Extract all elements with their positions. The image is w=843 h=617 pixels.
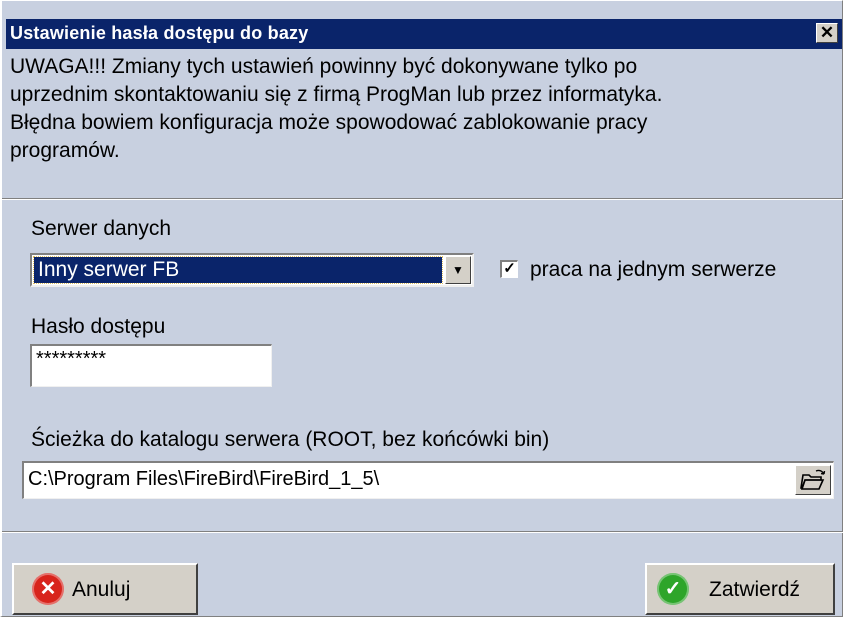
browse-button[interactable] [795, 465, 831, 495]
warning-line: UWAGA!!! Zmiany tych ustawień powinny by… [10, 55, 638, 78]
server-select-value: Inny serwer FB [33, 256, 443, 284]
cancel-x-icon: ✕ [32, 573, 64, 605]
chevron-down-icon: ▼ [452, 263, 464, 277]
server-label: Serwer danych [31, 217, 172, 240]
single-server-label: praca na jednym serwerze [530, 258, 777, 281]
separator-top [2, 198, 843, 200]
cancel-button[interactable]: ✕ Anuluj [12, 563, 198, 615]
checkmark-icon: ✓ [503, 260, 516, 277]
warning-text: UWAGA!!! Zmiany tych ustawień powinny by… [10, 53, 840, 165]
warning-line: Błędna bowiem konfiguracja może spowodow… [10, 111, 648, 134]
dropdown-button[interactable]: ▼ [445, 256, 471, 284]
close-button[interactable]: ✕ [816, 23, 838, 43]
password-label: Hasło dostępu [31, 315, 166, 338]
separator-bottom [2, 531, 843, 533]
dialog-window: Ustawienie hasła dostępu do bazy ✕ UWAGA… [0, 0, 843, 617]
warning-line: uprzednim skontaktowaniu się z firmą Pro… [10, 83, 663, 106]
window-title: Ustawienie hasła dostępu do bazy [10, 23, 309, 43]
title-bar[interactable]: Ustawienie hasła dostępu do bazy ✕ [6, 19, 842, 49]
path-input[interactable]: C:\Program Files\FireBird\FireBird_1_5\ [22, 461, 834, 499]
confirm-button[interactable]: ✓ Zatwierdź [645, 563, 835, 615]
confirm-button-label: Zatwierdź [709, 578, 801, 601]
path-label: Ścieżka do katalogu serwera (ROOT, bez k… [31, 428, 550, 451]
single-server-checkbox[interactable]: ✓ [500, 260, 518, 278]
cancel-button-label: Anuluj [72, 578, 131, 601]
check-icon: ✓ [657, 573, 689, 605]
server-select[interactable]: Inny serwer FB ▼ [30, 253, 474, 287]
path-value: C:\Program Files\FireBird\FireBird_1_5\ [28, 468, 380, 490]
close-icon: ✕ [819, 23, 835, 42]
warning-line: programów. [10, 139, 120, 162]
folder-open-icon [800, 469, 826, 490]
password-input[interactable]: ********* [30, 344, 272, 387]
